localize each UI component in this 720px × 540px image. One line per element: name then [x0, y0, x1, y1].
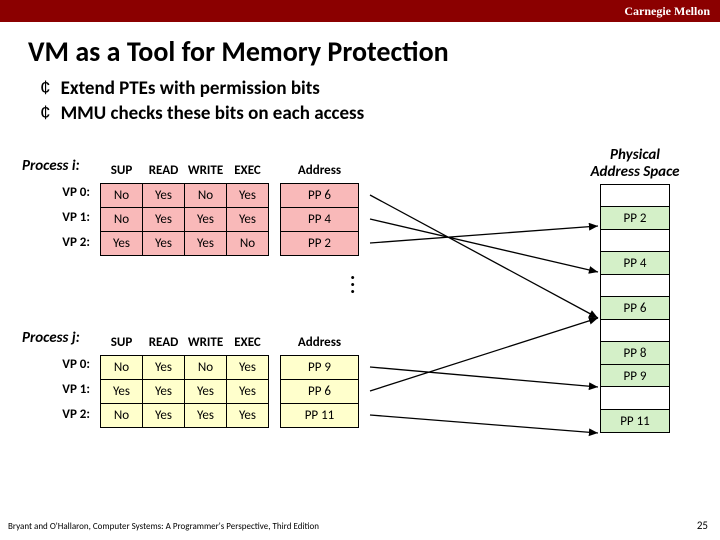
diagram: Process i: VP 0: VP 1: VP 2: SUP READ WR… — [0, 155, 720, 495]
phys-page — [600, 319, 670, 343]
vp-label: VP 2: — [40, 235, 90, 260]
phys-page: PP 11 — [600, 409, 670, 433]
bullet-list: Extend PTEs with permission bits MMU che… — [40, 77, 720, 125]
footer-text: Bryant and O'Hallaron, Computer Systems:… — [8, 521, 319, 532]
vp-label: VP 0: — [40, 357, 90, 382]
phys-page: PP 4 — [600, 251, 670, 275]
table-row: YesYesYesNoPP 2 — [101, 231, 359, 255]
col-sup: SUP — [101, 331, 143, 355]
col-sup: SUP — [101, 159, 143, 183]
col-addr: Address — [281, 159, 359, 183]
phys-page — [600, 386, 670, 410]
table-row: NoYesNoYesPP 9 — [101, 355, 359, 379]
process-j-label: Process j: — [22, 329, 80, 347]
phys-page — [600, 229, 670, 253]
process-i-table: SUP READ WRITE EXEC Address NoYesNoYesPP… — [100, 159, 359, 256]
phys-page: PP 8 — [600, 341, 670, 365]
col-read: READ — [143, 159, 185, 183]
table-row: NoYesYesYesPP 11 — [101, 403, 359, 427]
phys-space-label: PhysicalAddress Space — [575, 147, 695, 180]
col-exec: EXEC — [227, 159, 269, 183]
col-write: WRITE — [185, 331, 227, 355]
process-j-vp-labels: VP 0: VP 1: VP 2: — [40, 357, 90, 432]
col-write: WRITE — [185, 159, 227, 183]
phys-page — [600, 184, 670, 208]
slide-title: VM as a Tool for Memory Protection — [28, 34, 720, 69]
brand-label: Carnegie Mellon — [624, 4, 710, 19]
col-exec: EXEC — [227, 331, 269, 355]
vdots-icon: ... — [350, 270, 355, 291]
bullet-item: Extend PTEs with permission bits — [40, 77, 720, 100]
header-bar: Carnegie Mellon — [0, 0, 720, 22]
process-i-vp-labels: VP 0: VP 1: VP 2: — [40, 185, 90, 260]
phys-space: PP 2 PP 4 PP 6 PP 8 PP 9 PP 11 — [600, 185, 670, 433]
phys-page: PP 2 — [600, 206, 670, 230]
process-i-label: Process i: — [22, 157, 80, 175]
table-row: YesYesYesYesPP 6 — [101, 379, 359, 403]
vp-label: VP 0: — [40, 185, 90, 210]
bullet-item: MMU checks these bits on each access — [40, 102, 720, 125]
col-addr: Address — [281, 331, 359, 355]
phys-page: PP 9 — [600, 364, 670, 388]
table-row: NoYesNoYesPP 6 — [101, 183, 359, 207]
phys-page: PP 6 — [600, 296, 670, 320]
phys-page — [600, 274, 670, 298]
process-j-table: SUP READ WRITE EXEC Address NoYesNoYesPP… — [100, 331, 359, 428]
vp-label: VP 2: — [40, 407, 90, 432]
vp-label: VP 1: — [40, 382, 90, 407]
page-number: 25 — [697, 519, 708, 532]
col-read: READ — [143, 331, 185, 355]
table-row: NoYesYesYesPP 4 — [101, 207, 359, 231]
vp-label: VP 1: — [40, 210, 90, 235]
